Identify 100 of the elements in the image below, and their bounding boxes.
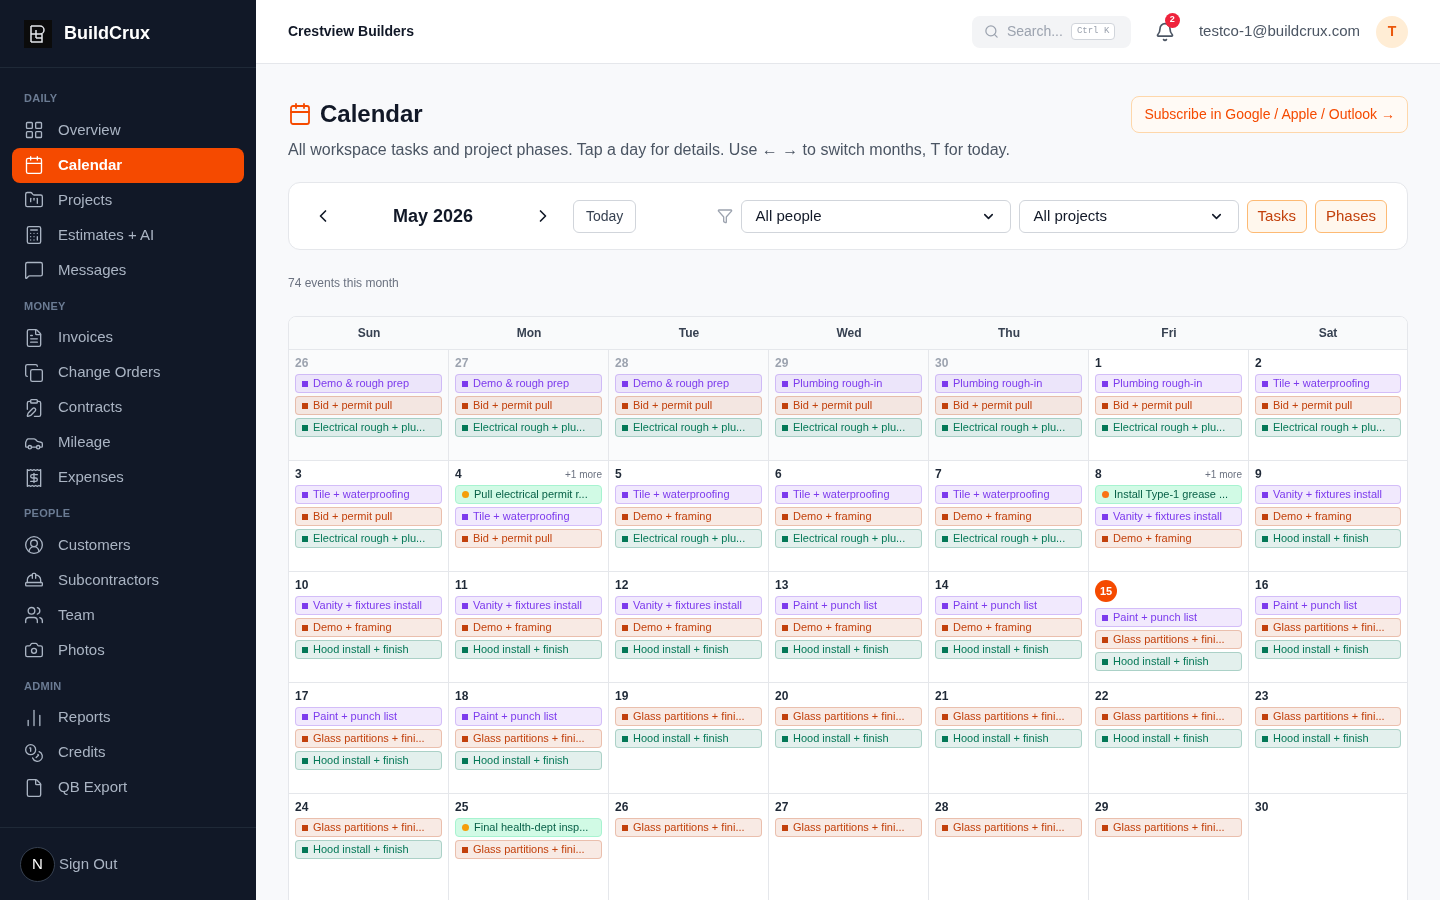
search-field[interactable]: Search... Ctrl K [971, 15, 1131, 48]
task-chip[interactable]: Install Type-1 grease ... [1095, 485, 1242, 504]
phase-chip[interactable]: Hood install + finish [935, 729, 1082, 748]
sidebar-item[interactable]: Contracts [12, 390, 244, 425]
phase-chip[interactable]: Vanity + fixtures install [295, 596, 442, 615]
phase-chip[interactable]: Glass partitions + fini... [295, 818, 442, 837]
phase-chip[interactable]: Hood install + finish [455, 751, 602, 770]
phase-chip[interactable]: Electrical rough + plu... [775, 529, 922, 548]
phase-chip[interactable]: Electrical rough + plu... [1095, 418, 1242, 437]
phase-chip[interactable]: Electrical rough + plu... [295, 418, 442, 437]
sign-out-link[interactable]: Sign Out [59, 852, 118, 876]
subscribe-button[interactable]: Subscribe in Google / Apple / Outlook → [1131, 96, 1408, 133]
user-avatar[interactable]: T [1376, 15, 1408, 48]
task-chip[interactable]: Pull electrical permit r... [455, 485, 602, 504]
phase-chip[interactable]: Demo + framing [1255, 507, 1401, 526]
phase-chip[interactable]: Paint + punch list [295, 707, 442, 726]
phase-chip[interactable]: Tile + waterproofing [775, 485, 922, 504]
phase-chip[interactable]: Vanity + fixtures install [1255, 485, 1401, 504]
phase-chip[interactable]: Glass partitions + fini... [1095, 630, 1242, 649]
sidebar-item[interactable]: Calendar [12, 147, 244, 183]
phase-chip[interactable]: Glass partitions + fini... [1255, 618, 1401, 637]
phase-chip[interactable]: Bid + permit pull [1255, 396, 1401, 415]
phase-chip[interactable]: Hood install + finish [1255, 529, 1401, 548]
notification-icon[interactable] [1154, 21, 1175, 42]
phase-chip[interactable]: Paint + punch list [935, 596, 1082, 615]
phase-chip[interactable]: Paint + punch list [455, 707, 602, 726]
phase-chip[interactable]: Demo + framing [935, 507, 1082, 526]
phase-chip[interactable]: Hood install + finish [615, 640, 762, 659]
phase-chip[interactable]: Bid + permit pull [615, 396, 762, 415]
phase-chip[interactable]: Demo + framing [615, 618, 762, 637]
phase-chip[interactable]: Bid + permit pull [935, 396, 1082, 415]
phase-chip[interactable]: Electrical rough + plu... [1255, 418, 1401, 437]
phase-chip[interactable]: Glass partitions + fini... [775, 707, 922, 726]
phase-chip[interactable]: Bid + permit pull [455, 529, 602, 548]
phase-chip[interactable]: Vanity + fixtures install [455, 596, 602, 615]
sidebar-item[interactable]: Team [12, 597, 244, 633]
phase-chip[interactable]: Electrical rough + plu... [935, 418, 1082, 437]
phase-chip[interactable]: Hood install + finish [295, 751, 442, 770]
phase-chip[interactable]: Hood install + finish [295, 640, 442, 659]
sidebar-item[interactable]: Invoices [12, 320, 244, 355]
phase-chip[interactable]: Hood install + finish [1255, 640, 1401, 659]
phase-chip[interactable]: Glass partitions + fini... [935, 818, 1082, 837]
sidebar-item[interactable]: Change Orders [12, 355, 244, 390]
phase-chip[interactable]: Vanity + fixtures install [615, 596, 762, 615]
day-cell[interactable]: 28 Demo & rough prep Bid + permit pull Electrical rough + plu... [609, 350, 769, 460]
phase-chip[interactable]: Demo + framing [455, 618, 602, 637]
phase-chip[interactable]: Bid + permit pull [295, 507, 442, 526]
phase-chip[interactable]: Demo + framing [775, 618, 922, 637]
phase-chip[interactable]: Glass partitions + fini... [775, 818, 922, 837]
phase-chip[interactable]: Tile + waterproofing [1255, 374, 1401, 393]
phase-chip[interactable]: Demo + framing [775, 507, 922, 526]
phase-chip[interactable]: Electrical rough + plu... [455, 418, 602, 437]
phase-chip[interactable]: Hood install + finish [775, 729, 922, 748]
more-link[interactable]: +1 more [1205, 466, 1242, 482]
sidebar-item[interactable]: Expenses [12, 460, 244, 495]
phase-chip[interactable]: Glass partitions + fini... [935, 707, 1082, 726]
sidebar-item[interactable]: Subcontractors [12, 562, 244, 598]
phase-chip[interactable]: Demo + framing [1095, 529, 1242, 548]
phase-chip[interactable]: Hood install + finish [615, 729, 762, 748]
phase-chip[interactable]: Glass partitions + fini... [615, 818, 762, 837]
phase-chip[interactable]: Demo & rough prep [615, 374, 762, 393]
phase-chip[interactable]: Hood install + finish [775, 640, 922, 659]
phase-chip[interactable]: Paint + punch list [1255, 596, 1401, 615]
phase-chip[interactable]: Glass partitions + fini... [455, 840, 602, 859]
phase-chip[interactable]: Demo + framing [935, 618, 1082, 637]
projects-dropdown[interactable]: All projects [1018, 199, 1239, 233]
sidebar-item[interactable]: Projects [12, 182, 244, 218]
sidebar-item[interactable]: Mileage [12, 425, 244, 460]
sidebar-item[interactable]: Estimates + AI [12, 217, 244, 253]
phase-chip[interactable]: Glass partitions + fini... [1095, 707, 1242, 726]
sidebar-item[interactable]: Customers [12, 527, 244, 563]
day-cell[interactable]: 27 Demo & rough prep Bid + permit pull Electrical rough + plu... [449, 350, 609, 460]
phase-chip[interactable]: Glass partitions + fini... [1095, 818, 1242, 837]
day-cell[interactable]: 26 Demo & rough prep Bid + permit pull Electrical rough + plu... [289, 350, 449, 460]
phase-chip[interactable]: Hood install + finish [295, 840, 442, 859]
filter-toggle[interactable]: Phases [1314, 199, 1387, 233]
today-button[interactable]: Today [573, 199, 637, 233]
sidebar-item[interactable]: Reports [12, 700, 244, 735]
people-dropdown[interactable]: All people [740, 199, 1011, 233]
phase-chip[interactable]: Glass partitions + fini... [615, 707, 762, 726]
phase-chip[interactable]: Tile + waterproofing [615, 485, 762, 504]
phase-chip[interactable]: Demo & rough prep [455, 374, 602, 393]
phase-chip[interactable]: Plumbing rough-in [775, 374, 922, 393]
phase-chip[interactable]: Hood install + finish [1095, 652, 1242, 671]
phase-chip[interactable]: Electrical rough + plu... [615, 529, 762, 548]
phase-chip[interactable]: Demo + framing [295, 618, 442, 637]
phase-chip[interactable]: Vanity + fixtures install [1095, 507, 1242, 526]
day-cell[interactable]: 29 Plumbing rough-in Bid + permit pull Electrical rough + plu... [769, 350, 929, 460]
phase-chip[interactable]: Tile + waterproofing [455, 507, 602, 526]
sidebar-item[interactable]: Credits [12, 735, 244, 770]
phase-chip[interactable]: Bid + permit pull [295, 396, 442, 415]
sidebar-item[interactable]: Messages [12, 252, 244, 288]
phase-chip[interactable]: Paint + punch list [1095, 608, 1242, 627]
phase-chip[interactable]: Hood install + finish [455, 640, 602, 659]
phase-chip[interactable]: Plumbing rough-in [935, 374, 1082, 393]
phase-chip[interactable]: Electrical rough + plu... [935, 529, 1082, 548]
sidebar-item[interactable]: Photos [12, 632, 244, 668]
phase-chip[interactable]: Glass partitions + fini... [295, 729, 442, 748]
phase-chip[interactable]: Demo + framing [615, 507, 762, 526]
day-cell[interactable]: 30 Plumbing rough-in Bid + permit pull Electrical rough + plu... [929, 350, 1089, 460]
